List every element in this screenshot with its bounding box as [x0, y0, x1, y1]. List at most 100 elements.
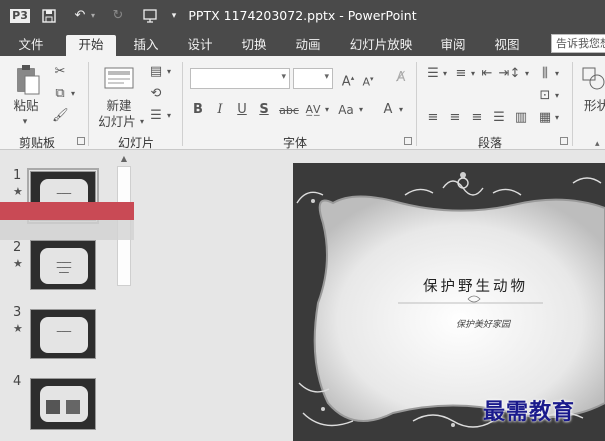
group-separator: [416, 62, 417, 146]
clear-formatting-icon[interactable]: A̸: [392, 70, 410, 86]
columns-icon[interactable]: ▥: [512, 110, 530, 126]
reset-icon[interactable]: ⟲: [148, 86, 164, 102]
slide-number: 2: [13, 240, 22, 255]
paragraph-launcher-icon[interactable]: [560, 137, 568, 145]
group-label-font: 字体: [282, 136, 307, 150]
thumbnail-content: ━━━━━━: [40, 317, 88, 353]
tell-me-search[interactable]: 告诉我您想: [551, 34, 605, 53]
shapes-button[interactable]: 形状: [584, 98, 605, 114]
animation-star-icon: ★: [13, 322, 23, 335]
slide-thumbnail-2[interactable]: ━━━━━━ ━━━━━━ ━━━━: [30, 240, 96, 290]
tab-slideshow[interactable]: 幻灯片放映: [342, 35, 420, 56]
tab-insert[interactable]: 插入: [125, 35, 167, 56]
smartart-icon[interactable]: ▦: [536, 110, 554, 126]
animation-star-icon: ★: [13, 257, 23, 270]
group-label-clipboard: 剪贴板: [18, 136, 55, 150]
font-launcher-icon[interactable]: [404, 137, 412, 145]
section-dropdown-icon[interactable]: ▾: [164, 108, 174, 124]
slide-thumbnail-3[interactable]: ━━━━━━: [30, 309, 96, 359]
tab-file[interactable]: 文件: [10, 35, 52, 56]
animation-star-icon: ★: [13, 185, 23, 198]
clipboard-launcher-icon[interactable]: [77, 137, 85, 145]
chevron-down-icon: ▾: [281, 72, 286, 82]
smartart-dropdown-icon[interactable]: ▾: [553, 110, 561, 126]
strikethrough-icon[interactable]: abc: [278, 103, 300, 119]
copy-icon[interactable]: ⧉: [52, 86, 68, 102]
redaction-overlay: [0, 220, 140, 240]
align-right-icon[interactable]: ≡: [468, 110, 486, 126]
character-spacing-icon[interactable]: A̲V̲: [303, 102, 323, 118]
tab-home[interactable]: 开始: [66, 35, 116, 56]
copy-dropdown-icon[interactable]: ▾: [68, 86, 78, 102]
group-separator: [182, 62, 183, 146]
tab-view[interactable]: 视图: [486, 35, 528, 56]
cut-icon[interactable]: ✂: [52, 64, 68, 80]
chevron-up-icon[interactable]: ▴: [595, 139, 600, 149]
redaction-bar: [0, 202, 156, 220]
font-color-dropdown-icon[interactable]: ▾: [396, 102, 406, 118]
slide-subtitle[interactable]: 保护美好家园: [456, 317, 510, 330]
thumbnail-content: ━━━━━━ ━━━━━━ ━━━━: [40, 248, 88, 284]
paste-button[interactable]: 粘贴: [8, 98, 44, 114]
slide-title[interactable]: 保护野生动物: [423, 275, 528, 296]
tab-design[interactable]: 设计: [179, 35, 221, 56]
group-label-slides: 幻灯片: [117, 136, 154, 150]
font-color-icon[interactable]: A: [380, 102, 396, 118]
bullets-icon[interactable]: ☰: [424, 66, 442, 82]
change-case-icon[interactable]: Aa: [336, 102, 356, 118]
character-spacing-dropdown-icon[interactable]: ▾: [322, 102, 332, 118]
scroll-up-icon[interactable]: ▲: [117, 154, 131, 166]
text-direction-icon[interactable]: ⫼: [536, 66, 554, 82]
tab-animations[interactable]: 动画: [287, 35, 329, 56]
decrease-font-size-icon[interactable]: A▾: [360, 71, 376, 91]
window-title: PPTX 1174203072.pptx - PowerPoint: [188, 8, 417, 23]
ribbon-tabs: 文件 开始 插入 设计 切换 动画 幻灯片放映 审阅 视图 告诉我您想: [0, 32, 605, 56]
italic-icon[interactable]: I: [212, 102, 228, 118]
layout-dropdown-icon[interactable]: ▾: [164, 64, 174, 80]
decrease-indent-icon[interactable]: ⇤: [479, 66, 495, 82]
format-painter-icon[interactable]: 🖌: [52, 108, 69, 124]
layout-icon[interactable]: ▤: [148, 64, 164, 80]
watermark-logo: 最需教育: [483, 399, 576, 425]
new-slide-button[interactable]: 新建: [100, 98, 138, 114]
group-label-paragraph: 段落: [477, 136, 502, 150]
increase-font-size-icon[interactable]: A▴: [339, 70, 357, 90]
title-bar: P3 ↶ ▾ ↻ ▾ PPTX 1174203072.pptx - PowerP…: [0, 0, 605, 32]
font-size-combo[interactable]: ▾: [293, 68, 333, 89]
font-name-combo[interactable]: ▾: [190, 68, 290, 89]
thumbnail-image: [46, 400, 60, 414]
section-icon[interactable]: ☰: [148, 108, 164, 124]
tab-review[interactable]: 审阅: [432, 35, 474, 56]
slide-thumbnail-4[interactable]: [30, 378, 96, 430]
justify-icon[interactable]: ☰: [490, 110, 508, 126]
slide-number: 4: [13, 374, 22, 389]
ribbon-home: 粘贴 ▾ ✂ ⧉ ▾ 🖌 剪贴板 新建 幻灯片 ▾ ▤ ▾ ⟲ ☰ ▾ 幻灯片 …: [0, 56, 605, 150]
paste-dropdown-icon[interactable]: ▾: [18, 114, 32, 130]
change-case-dropdown-icon[interactable]: ▾: [356, 102, 366, 118]
line-spacing-dropdown-icon[interactable]: ▾: [523, 66, 531, 82]
numbering-icon[interactable]: ≡: [452, 66, 470, 82]
group-separator: [572, 62, 573, 146]
shadow-icon[interactable]: S: [256, 102, 272, 118]
thumbnail-image: [66, 400, 80, 414]
align-text-icon[interactable]: ⊡: [536, 88, 554, 104]
new-slide-label[interactable]: 幻灯片: [94, 114, 140, 130]
bold-icon[interactable]: B: [190, 102, 206, 118]
paste-icon[interactable]: [12, 64, 42, 98]
line-spacing-icon[interactable]: ↕: [506, 66, 524, 82]
tab-transitions[interactable]: 切换: [233, 35, 275, 56]
align-left-icon[interactable]: ≡: [424, 110, 442, 126]
underline-icon[interactable]: U: [234, 102, 250, 118]
slide-number: 3: [13, 305, 22, 320]
group-separator: [88, 62, 89, 146]
new-slide-dropdown-icon[interactable]: ▾: [137, 114, 147, 130]
new-slide-icon[interactable]: [102, 64, 136, 94]
align-text-dropdown-icon[interactable]: ▾: [553, 88, 561, 104]
bullets-dropdown-icon[interactable]: ▾: [441, 66, 449, 82]
align-center-icon[interactable]: ≡: [446, 110, 464, 126]
slide-number: 1: [13, 168, 22, 183]
chevron-down-icon: ▾: [324, 72, 329, 82]
shapes-icon[interactable]: [580, 66, 605, 96]
text-direction-dropdown-icon[interactable]: ▾: [553, 66, 561, 82]
numbering-dropdown-icon[interactable]: ▾: [469, 66, 477, 82]
